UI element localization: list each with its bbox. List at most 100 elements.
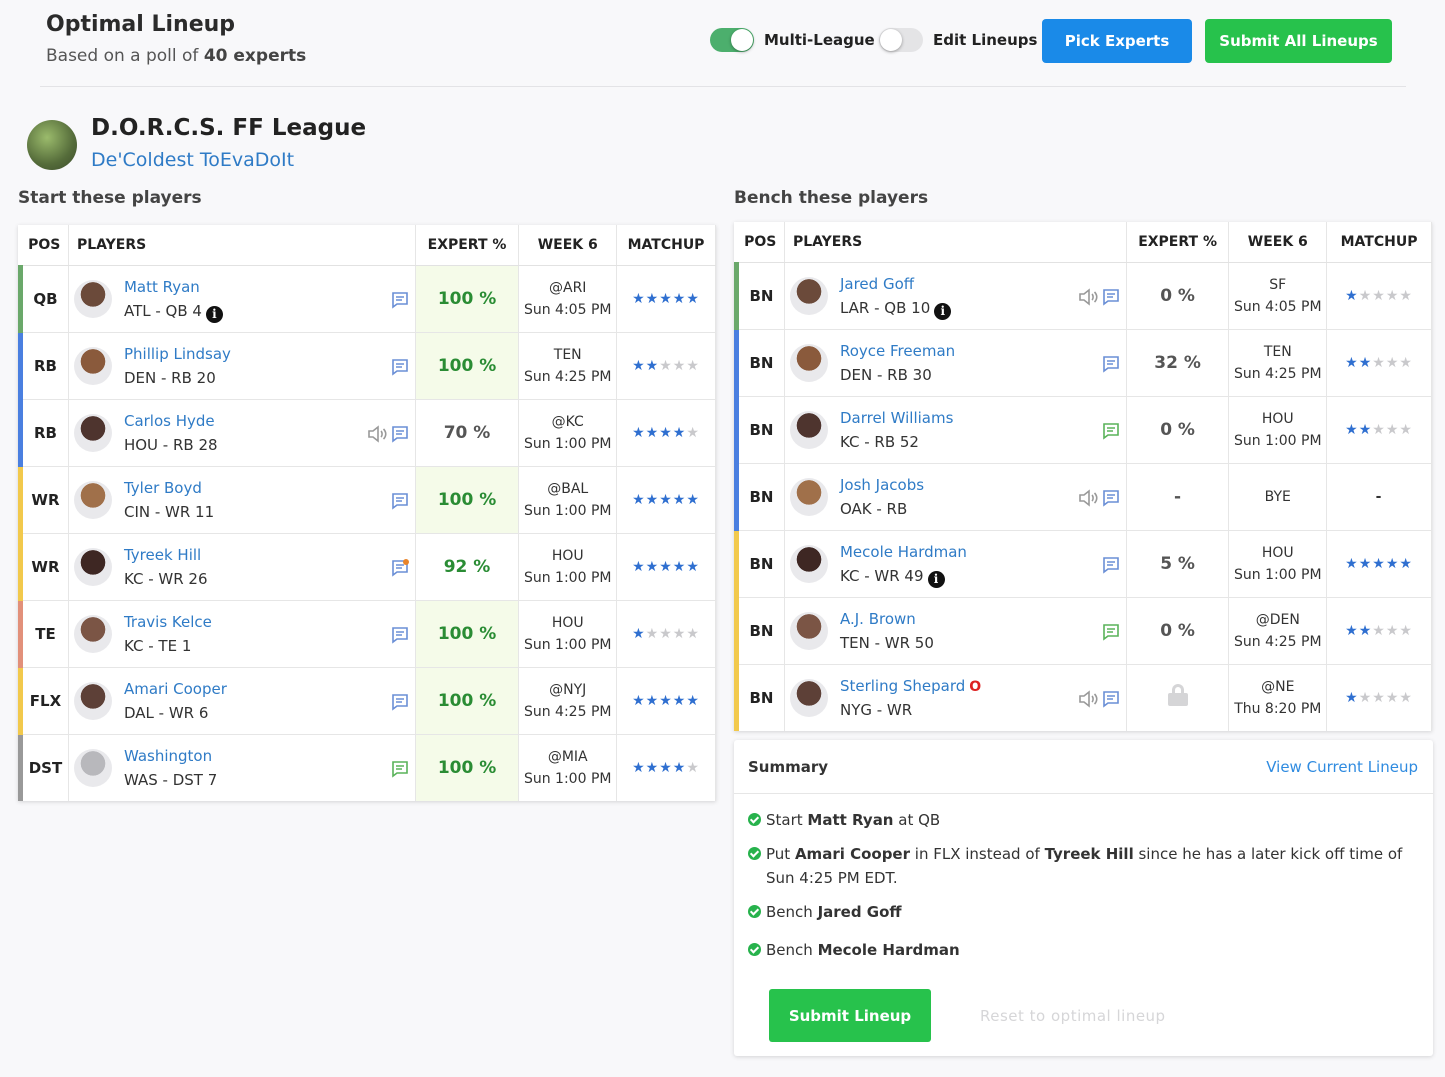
comment-icon[interactable] bbox=[391, 425, 409, 443]
opponent: @DEN bbox=[1255, 611, 1300, 628]
opponent: @NE bbox=[1261, 678, 1295, 695]
reset-optimal-link[interactable]: Reset to optimal lineup bbox=[980, 1007, 1166, 1025]
audio-icon[interactable] bbox=[1078, 287, 1098, 306]
week-matchup: @ARI Sun 4:05 PM bbox=[518, 265, 618, 333]
info-icon[interactable]: i bbox=[934, 302, 952, 320]
position-cell: WR bbox=[18, 533, 69, 601]
player-name[interactable]: Carlos Hyde bbox=[124, 412, 215, 430]
week-matchup: @BAL Sun 1:00 PM bbox=[518, 466, 618, 534]
team-name-link[interactable]: De'Coldest ToEvaDoIt bbox=[91, 149, 294, 171]
player-name[interactable]: Tyreek Hill bbox=[124, 546, 201, 564]
summary-text: in FLX instead of bbox=[910, 845, 1045, 863]
multi-league-toggle[interactable] bbox=[710, 28, 754, 52]
position-cell: BN bbox=[734, 463, 785, 531]
summary-player: Mecole Hardman bbox=[817, 941, 960, 959]
view-current-lineup-link[interactable]: View Current Lineup bbox=[1266, 758, 1418, 776]
player-name[interactable]: Phillip Lindsay bbox=[124, 345, 231, 363]
col-expert-pct: EXPERT % bbox=[1126, 222, 1230, 263]
player-name[interactable]: Amari Cooper bbox=[124, 680, 227, 698]
star-empty-icon: ★ bbox=[1358, 689, 1373, 706]
star-filled-icon: ★ bbox=[645, 357, 660, 374]
col-expert-pct: EXPERT % bbox=[415, 225, 520, 266]
matchup-rating: ★★★★★ bbox=[616, 600, 716, 668]
player-name-link[interactable]: Matt Ryan bbox=[124, 278, 200, 296]
player-name-link[interactable]: A.J. Brown bbox=[840, 610, 916, 628]
player-name-link[interactable]: Jared Goff bbox=[840, 275, 914, 293]
opponent: HOU bbox=[551, 614, 584, 631]
star-filled-icon: ★ bbox=[645, 759, 660, 776]
player-name-link[interactable]: Josh Jacobs bbox=[840, 476, 924, 494]
audio-icon[interactable] bbox=[1078, 488, 1098, 507]
star-filled-icon: ★ bbox=[1345, 622, 1359, 639]
table-row: DST Washington WAS - DST 7 100 % @MIA Sun 1:0… bbox=[18, 734, 716, 801]
edit-lineups-toggle[interactable] bbox=[879, 28, 923, 52]
player-name-link[interactable]: Darrel Williams bbox=[840, 409, 953, 427]
player-name[interactable]: Matt Ryan bbox=[124, 278, 200, 296]
player-name[interactable]: Royce Freeman bbox=[840, 342, 955, 360]
player-name-link[interactable]: Sterling Shepard O bbox=[840, 677, 981, 695]
audio-icon[interactable] bbox=[367, 424, 387, 443]
comment-icon[interactable] bbox=[391, 626, 409, 644]
player-name[interactable]: Josh Jacobs bbox=[840, 476, 924, 494]
player-actions bbox=[367, 424, 409, 443]
player-name-link[interactable]: Tyreek Hill bbox=[124, 546, 201, 564]
star-filled-icon: ★ bbox=[1358, 622, 1373, 639]
player-name[interactable]: A.J. Brown bbox=[840, 610, 916, 628]
player-name-link[interactable]: Tyler Boyd bbox=[124, 479, 202, 497]
player-name-link[interactable]: Phillip Lindsay bbox=[124, 345, 231, 363]
expert-pct: 100 % bbox=[415, 600, 520, 668]
audio-icon[interactable] bbox=[1078, 689, 1098, 708]
player-team: LAR - QB 10 i bbox=[840, 299, 952, 320]
table-row: BN Mecole Hardman KC - WR 49 i 5 % HOU Sun 1:0… bbox=[734, 530, 1432, 598]
star-filled-icon: ★ bbox=[632, 290, 646, 307]
star-empty-icon: ★ bbox=[686, 625, 700, 642]
star-filled-icon: ★ bbox=[659, 558, 673, 575]
col-pos: POS bbox=[20, 225, 69, 266]
expert-pct bbox=[1126, 664, 1230, 731]
player-name[interactable]: Darrel Williams bbox=[840, 409, 953, 427]
player-name-link[interactable]: Travis Kelce bbox=[124, 613, 212, 631]
comment-green-icon[interactable] bbox=[1102, 422, 1120, 440]
comment-alert-icon[interactable] bbox=[391, 558, 409, 577]
submit-all-lineups-button[interactable]: Submit All Lineups bbox=[1205, 19, 1392, 63]
player-name-link[interactable]: Amari Cooper bbox=[124, 680, 227, 698]
submit-lineup-button[interactable]: Submit Lineup bbox=[769, 989, 931, 1042]
star-filled-icon: ★ bbox=[1345, 555, 1359, 572]
comment-green-icon[interactable] bbox=[1102, 623, 1120, 641]
player-info: Travis Kelce KC - TE 1 bbox=[69, 601, 415, 667]
comment-green-icon[interactable] bbox=[391, 760, 409, 778]
week-matchup: @KC Sun 1:00 PM bbox=[518, 399, 618, 467]
comment-icon[interactable] bbox=[391, 693, 409, 711]
star-filled-icon: ★ bbox=[672, 290, 687, 307]
comment-icon[interactable] bbox=[1102, 288, 1120, 306]
comment-icon[interactable] bbox=[1102, 489, 1120, 507]
comment-icon[interactable] bbox=[1102, 690, 1120, 708]
player-name[interactable]: Sterling Shepard bbox=[840, 677, 965, 695]
comment-icon[interactable] bbox=[391, 291, 409, 309]
player-team: KC - WR 49 i bbox=[840, 567, 945, 588]
player-name[interactable]: Washington bbox=[124, 747, 212, 765]
matchup-rating: ★★★★★ bbox=[1326, 329, 1432, 397]
star-filled-icon: ★ bbox=[1345, 354, 1359, 371]
comment-icon[interactable] bbox=[1102, 556, 1120, 574]
player-name-link[interactable]: Carlos Hyde bbox=[124, 412, 215, 430]
player-cell: Amari Cooper DAL - WR 6 bbox=[68, 667, 416, 735]
info-icon[interactable]: i bbox=[205, 305, 223, 323]
player-info: Amari Cooper DAL - WR 6 bbox=[69, 668, 415, 734]
comment-icon[interactable] bbox=[391, 492, 409, 510]
player-headshot bbox=[73, 346, 112, 385]
player-headshot bbox=[73, 413, 112, 452]
table-row: TE Travis Kelce KC - TE 1 100 % HOU Sun 1:00 … bbox=[18, 600, 716, 668]
comment-icon[interactable] bbox=[391, 358, 409, 376]
player-name[interactable]: Mecole Hardman bbox=[840, 543, 967, 561]
player-name-link[interactable]: Washington bbox=[124, 747, 212, 765]
player-name-link[interactable]: Royce Freeman bbox=[840, 342, 955, 360]
player-name[interactable]: Jared Goff bbox=[840, 275, 914, 293]
player-name[interactable]: Travis Kelce bbox=[124, 613, 212, 631]
comment-icon[interactable] bbox=[1102, 355, 1120, 373]
week-matchup: HOU Sun 1:00 PM bbox=[1228, 530, 1328, 598]
info-icon[interactable]: i bbox=[927, 570, 945, 588]
pick-experts-button[interactable]: Pick Experts bbox=[1042, 19, 1192, 63]
player-name[interactable]: Tyler Boyd bbox=[124, 479, 202, 497]
player-name-link[interactable]: Mecole Hardman bbox=[840, 543, 967, 561]
